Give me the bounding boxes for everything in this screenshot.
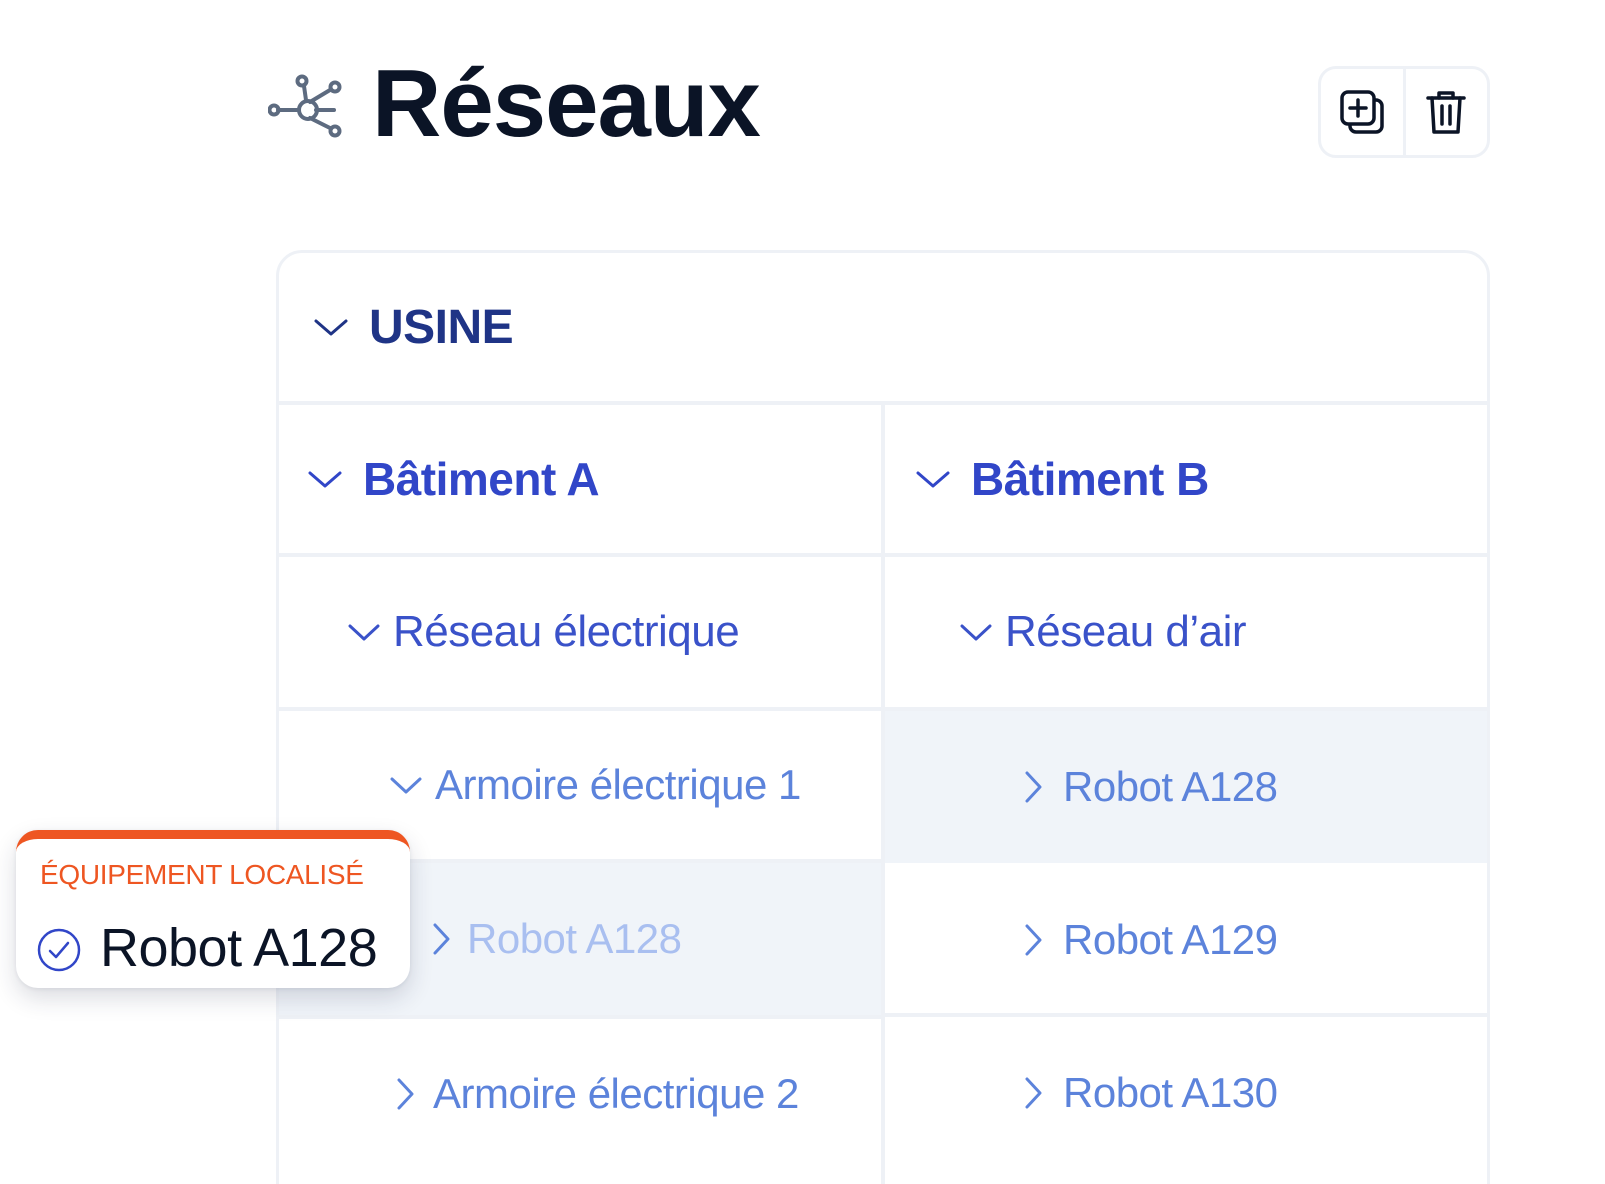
- tree-node-label: Armoire électrique 1: [435, 761, 801, 808]
- add-button[interactable]: [1321, 69, 1403, 155]
- chevron-right-icon: [1025, 924, 1042, 956]
- located-equipment-callout: ÉQUIPEMENT LOCALISÉ Robot A128: [16, 830, 410, 988]
- chevron-right-icon: [1025, 771, 1042, 803]
- network-tree: USINE Bâtiment A Bâtiment B Réseau élect…: [276, 250, 1490, 1184]
- chevron-right-icon: [397, 1078, 414, 1110]
- tree-node-reseau-air[interactable]: Réseau d’air: [885, 557, 1487, 707]
- tree-node-label: Robot A128: [1063, 763, 1278, 810]
- tree-node-label: Armoire électrique 2: [433, 1070, 799, 1117]
- tree-node-label: Robot A128: [467, 915, 682, 962]
- network-icon: [268, 74, 342, 138]
- tree-node-armoire-2[interactable]: Armoire électrique 2: [279, 1019, 881, 1169]
- tree-node-batiment-a[interactable]: Bâtiment A: [279, 405, 881, 553]
- tree-node-label: Bâtiment B: [971, 453, 1209, 505]
- chevron-down-icon: [390, 777, 422, 794]
- tree-node-reseau-electrique[interactable]: Réseau électrique: [279, 557, 881, 707]
- callout-title: ÉQUIPEMENT LOCALISÉ: [40, 859, 364, 890]
- tree-node-label: Robot A129: [1063, 916, 1278, 963]
- chevron-down-icon: [916, 471, 950, 488]
- tree-root-label: USINE: [369, 300, 514, 354]
- chevron-down-icon: [960, 624, 992, 641]
- toolbar: [1318, 66, 1490, 158]
- trash-icon: [1426, 91, 1466, 134]
- chevron-down-icon: [348, 624, 380, 641]
- tree-node-robot-a128-b[interactable]: Robot A128: [885, 711, 1487, 863]
- tree-node-label: Réseau d’air: [1005, 607, 1247, 656]
- tree-node-label: Réseau électrique: [393, 607, 740, 656]
- chevron-down-icon: [308, 471, 342, 488]
- tree-node-robot-a129[interactable]: Robot A129: [885, 867, 1487, 1013]
- chevron-right-icon: [1025, 1077, 1042, 1109]
- page: Réseaux USINE Bâtiment A Bâtiment B Rése…: [0, 0, 1605, 1184]
- tree-node-label: Robot A130: [1063, 1069, 1278, 1116]
- add-icon: [1340, 90, 1384, 134]
- tree-root-usine[interactable]: USINE: [279, 253, 1487, 405]
- check-circle-icon: [37, 928, 81, 972]
- tree-node-label: Bâtiment A: [363, 453, 600, 505]
- tree-node-batiment-b[interactable]: Bâtiment B: [885, 405, 1487, 553]
- chevron-right-icon: [433, 923, 450, 955]
- page-title: Réseaux: [372, 50, 761, 157]
- delete-button[interactable]: [1402, 69, 1488, 155]
- tree-node-robot-a130[interactable]: Robot A130: [885, 1017, 1487, 1169]
- chevron-down-icon: [314, 319, 348, 336]
- callout-value: Robot A128: [100, 918, 378, 978]
